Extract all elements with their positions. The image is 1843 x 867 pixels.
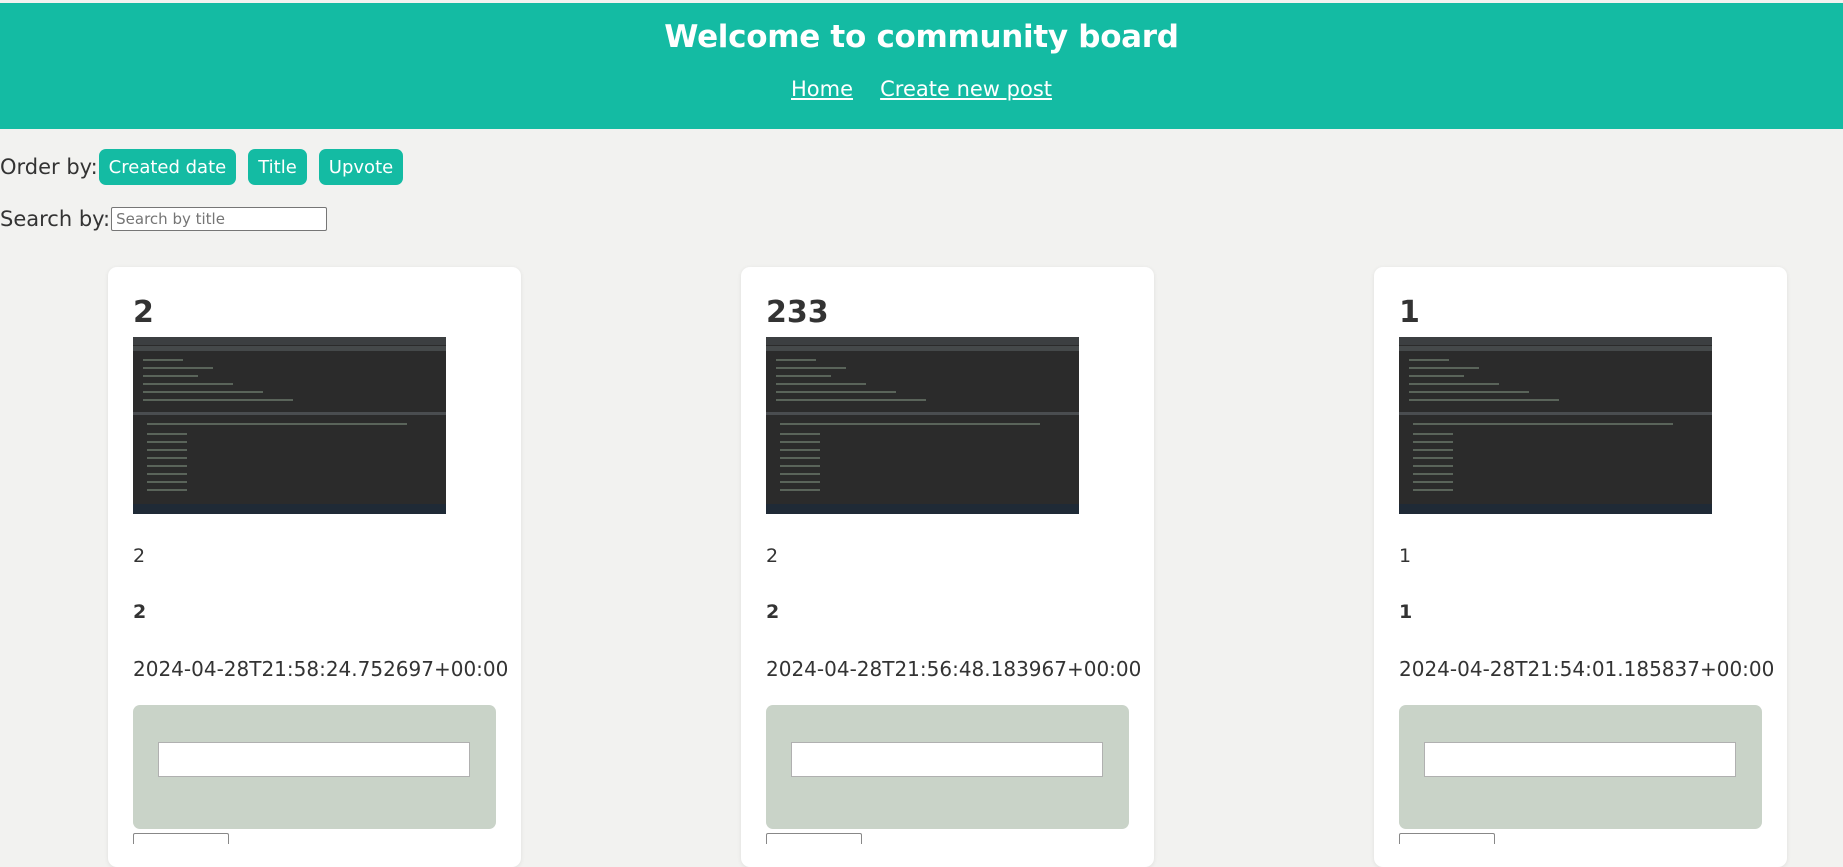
comment-input[interactable] bbox=[1424, 742, 1736, 777]
order-controls: Order by: Created date Title Upvote bbox=[0, 149, 415, 185]
post-title: 2 bbox=[133, 295, 154, 330]
post-title: 1 bbox=[1399, 295, 1420, 330]
comment-input[interactable] bbox=[791, 742, 1103, 777]
post-description: 1 bbox=[1399, 545, 1412, 567]
post-card[interactable]: 233 2 2 2024-04-28T21:56:48.183967+00:00 bbox=[741, 267, 1154, 867]
comment-box bbox=[1399, 705, 1762, 829]
comment-box bbox=[133, 705, 496, 829]
order-upvote-button[interactable]: Upvote bbox=[318, 149, 404, 185]
search-input[interactable] bbox=[111, 207, 328, 231]
order-label: Order by: bbox=[0, 155, 98, 179]
post-upvotes: 2 bbox=[766, 601, 780, 623]
search-label: Search by: bbox=[0, 207, 111, 231]
site-header: Welcome to community board Home Create n… bbox=[0, 3, 1843, 129]
order-title-button[interactable]: Title bbox=[248, 149, 307, 185]
comment-submit-button[interactable] bbox=[766, 833, 862, 844]
post-image bbox=[1399, 337, 1712, 514]
comment-submit-button[interactable] bbox=[133, 833, 229, 844]
post-upvotes: 1 bbox=[1399, 601, 1413, 623]
create-post-link[interactable]: Create new post bbox=[880, 77, 1052, 101]
home-link[interactable]: Home bbox=[791, 77, 853, 101]
comment-submit-button[interactable] bbox=[1399, 833, 1495, 844]
order-created-date-button[interactable]: Created date bbox=[98, 149, 237, 185]
comment-input[interactable] bbox=[158, 742, 470, 777]
post-description: 2 bbox=[766, 545, 779, 567]
post-date: 2024-04-28T21:58:24.752697+00:00 bbox=[133, 657, 509, 681]
comment-box bbox=[766, 705, 1129, 829]
page-title: Welcome to community board bbox=[664, 19, 1179, 55]
search-controls: Search by: bbox=[0, 207, 328, 231]
post-image bbox=[133, 337, 446, 514]
post-date: 2024-04-28T21:56:48.183967+00:00 bbox=[766, 657, 1142, 681]
post-card[interactable]: 1 1 1 2024-04-28T21:54:01.185837+00:00 bbox=[1374, 267, 1787, 867]
post-upvotes: 2 bbox=[133, 601, 147, 623]
post-description: 2 bbox=[133, 545, 146, 567]
post-card[interactable]: 2 2 2 2024-04-28T21:58:24.752697+00:00 bbox=[108, 267, 521, 867]
post-date: 2024-04-28T21:54:01.185837+00:00 bbox=[1399, 657, 1775, 681]
main-nav: Home Create new post bbox=[0, 77, 1843, 101]
post-image bbox=[766, 337, 1079, 514]
post-title: 233 bbox=[766, 295, 829, 330]
